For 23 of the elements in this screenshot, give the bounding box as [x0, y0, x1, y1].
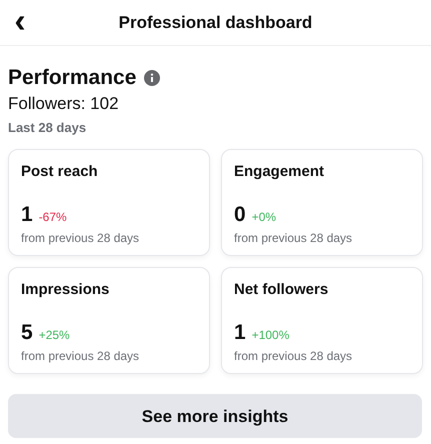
- followers-count: Followers: 102: [8, 94, 120, 114]
- metric-value: 1: [234, 322, 246, 344]
- change-percent: +100%: [252, 327, 290, 344]
- metric-value: 0: [234, 204, 246, 226]
- see-insights-button[interactable]: See more insights: [8, 394, 422, 438]
- change-percent: +0%: [252, 209, 276, 226]
- comparison-note: from previous 28 days: [21, 348, 140, 366]
- comparison-note: from previous 28 days: [234, 230, 354, 248]
- comparison-note: from previous 28 days: [234, 348, 354, 366]
- metric-label: Net followers: [234, 280, 330, 300]
- section-title: Performance: [8, 65, 136, 91]
- metric-value: 5: [21, 322, 33, 344]
- back-button[interactable]: ‹: [0, 4, 40, 38]
- change-percent: +25%: [38, 327, 70, 344]
- metric-value: 1: [21, 204, 33, 226]
- metric-label: Engagement: [234, 162, 326, 182]
- period-label: Last 28 days: [8, 118, 88, 137]
- page-title: Professional dashboard: [118, 12, 312, 34]
- info-icon[interactable]: [144, 70, 160, 86]
- metric-label: Post reach: [21, 162, 99, 182]
- comparison-note: from previous 28 days: [21, 230, 140, 248]
- change-percent: -67%: [38, 209, 67, 226]
- metric-label: Impressions: [21, 280, 110, 300]
